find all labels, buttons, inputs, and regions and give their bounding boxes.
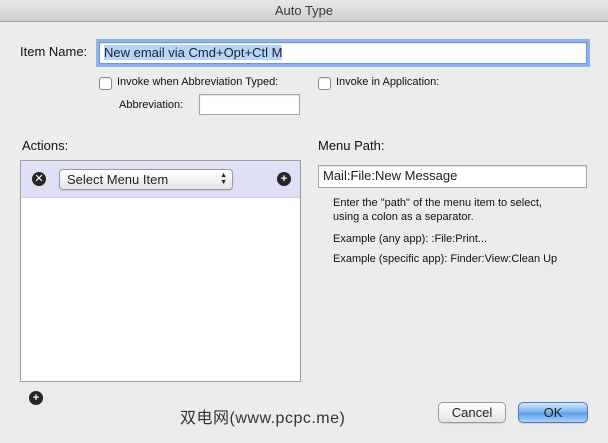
- abbreviation-field[interactable]: [199, 94, 300, 115]
- actions-label: Actions:: [22, 138, 69, 153]
- remove-icon[interactable]: ✕: [32, 172, 46, 186]
- menu-path-help-line2: using a colon as a separator.: [333, 211, 474, 223]
- invoke-abbreviation-label: Invoke when Abbreviation Typed:: [117, 76, 279, 88]
- invoke-application-checkbox[interactable]: [318, 77, 331, 90]
- menu-path-help-line1: Enter the "path" of the menu item to sel…: [333, 197, 542, 209]
- cancel-button[interactable]: Cancel: [438, 402, 506, 423]
- action-row[interactable]: ✕ Select Menu Item ▲ ▼ +: [21, 161, 300, 198]
- watermark-text: 双电网(www.pcpc.me): [180, 410, 346, 427]
- menu-path-field[interactable]: Mail:File:New Message: [318, 165, 587, 188]
- item-name-field[interactable]: New email via Cmd+Opt+Ctl M: [96, 39, 590, 67]
- menu-path-value: Mail:File:New Message: [323, 168, 458, 183]
- add-icon[interactable]: +: [277, 172, 291, 186]
- popup-arrows-icon: ▲ ▼: [220, 172, 227, 186]
- example-any-app: Example (any app): :File:Print...: [333, 233, 488, 245]
- menu-path-label: Menu Path:: [318, 138, 385, 153]
- invoke-application-label: Invoke in Application:: [336, 76, 440, 88]
- example-specific-app: Example (specific app): Finder:View:Clea…: [333, 253, 558, 265]
- item-name-value: New email via Cmd+Opt+Ctl M: [104, 45, 283, 60]
- action-type-popup[interactable]: Select Menu Item ▲ ▼: [59, 169, 233, 190]
- window-title: Auto Type: [274, 3, 334, 18]
- add-action-icon[interactable]: +: [29, 391, 43, 405]
- ok-button[interactable]: OK: [518, 402, 588, 423]
- abbreviation-label: Abbreviation:: [119, 99, 184, 111]
- item-name-label: Item Name:: [20, 44, 88, 59]
- actions-list: ✕ Select Menu Item ▲ ▼ +: [20, 160, 301, 382]
- invoke-abbreviation-checkbox[interactable]: [99, 77, 112, 90]
- action-type-value: Select Menu Item: [67, 172, 169, 187]
- window-title-bar: Auto Type: [0, 0, 608, 22]
